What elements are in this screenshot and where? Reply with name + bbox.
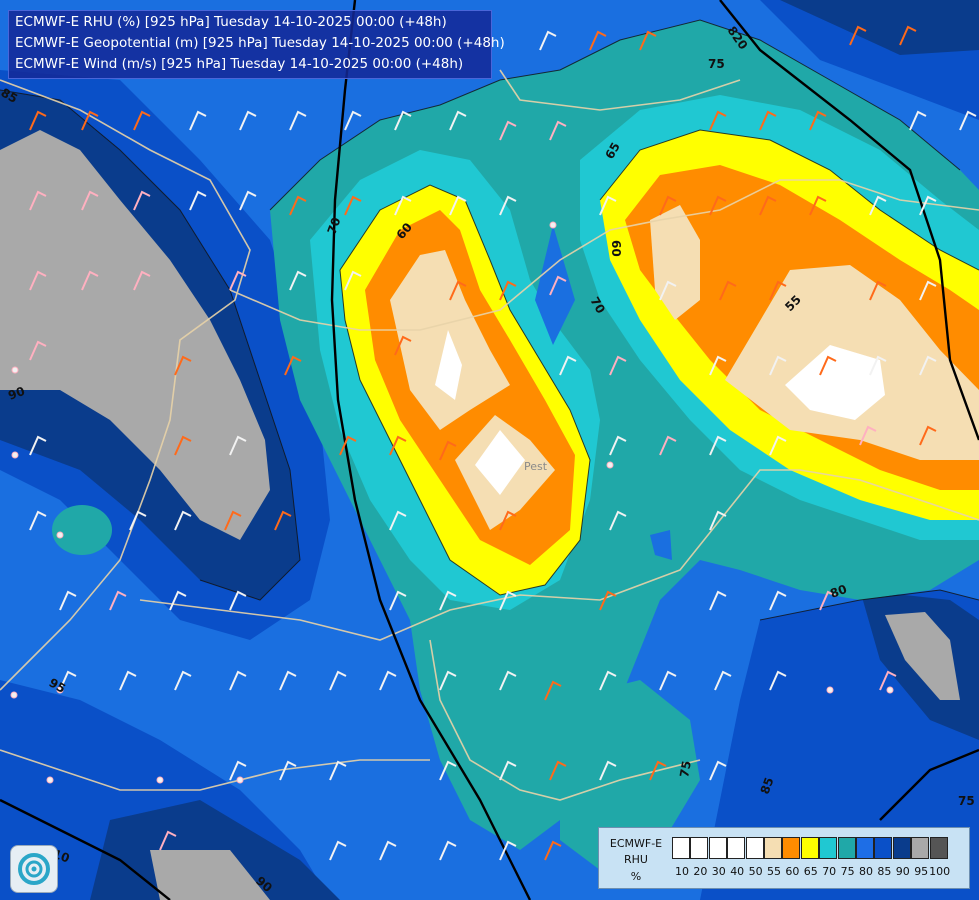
legend-swatch: [672, 837, 690, 859]
place-label-pest: Pest: [524, 460, 548, 473]
legend-swatch: [800, 837, 819, 859]
title-geopotential: ECMWF-E Geopotential (m) [925 hPa] Tuesd…: [15, 35, 505, 51]
legend-swatch: [782, 837, 801, 859]
legend-swatch: [929, 837, 948, 859]
legend-swatch: [708, 837, 727, 859]
legend-swatch: [892, 837, 911, 859]
swirl-logo-icon: [18, 853, 50, 885]
legend-swatch: [690, 837, 709, 859]
title-rhu: ECMWF-E RHU (%) [925 hPa] Tuesday 14-10-…: [15, 14, 447, 30]
rhu-legend: ECMWF-E RHU % 10 20 30 40 50 55 60 65 70 75 80 85 90…: [598, 827, 970, 889]
title-box: ECMWF-E RHU (%) [925 hPa] Tuesday 14-10-…: [8, 10, 505, 79]
legend-title-1: ECMWF-E: [609, 837, 663, 850]
rhu-label: 75: [677, 760, 694, 779]
legend-swatch: [911, 837, 930, 859]
legend-swatch: [837, 837, 856, 859]
rhu-label: 75: [958, 794, 975, 808]
rhu-label: 60: [609, 240, 623, 257]
legend-swatch: [856, 837, 874, 859]
legend-swatch: [727, 837, 746, 859]
ecmwf-logo: [10, 845, 58, 893]
legend-title-3: %: [630, 870, 642, 883]
legend-swatch: [874, 837, 893, 859]
legend-title-2: RHU: [624, 853, 648, 866]
title-wind: ECMWF-E Wind (m/s) [925 hPa] Tuesday 14-…: [15, 56, 464, 72]
rhu-map: 820 75 65 60 60 55 70 70 90 85 80 85 75 …: [0, 0, 979, 900]
legend-swatch: [745, 837, 764, 859]
rhu-75-patch-west: [52, 505, 112, 555]
legend-swatch: [764, 837, 782, 859]
legend-tick-label: 100: [929, 865, 951, 878]
rhu-label: 75: [708, 57, 725, 71]
legend-swatch: [819, 837, 838, 859]
